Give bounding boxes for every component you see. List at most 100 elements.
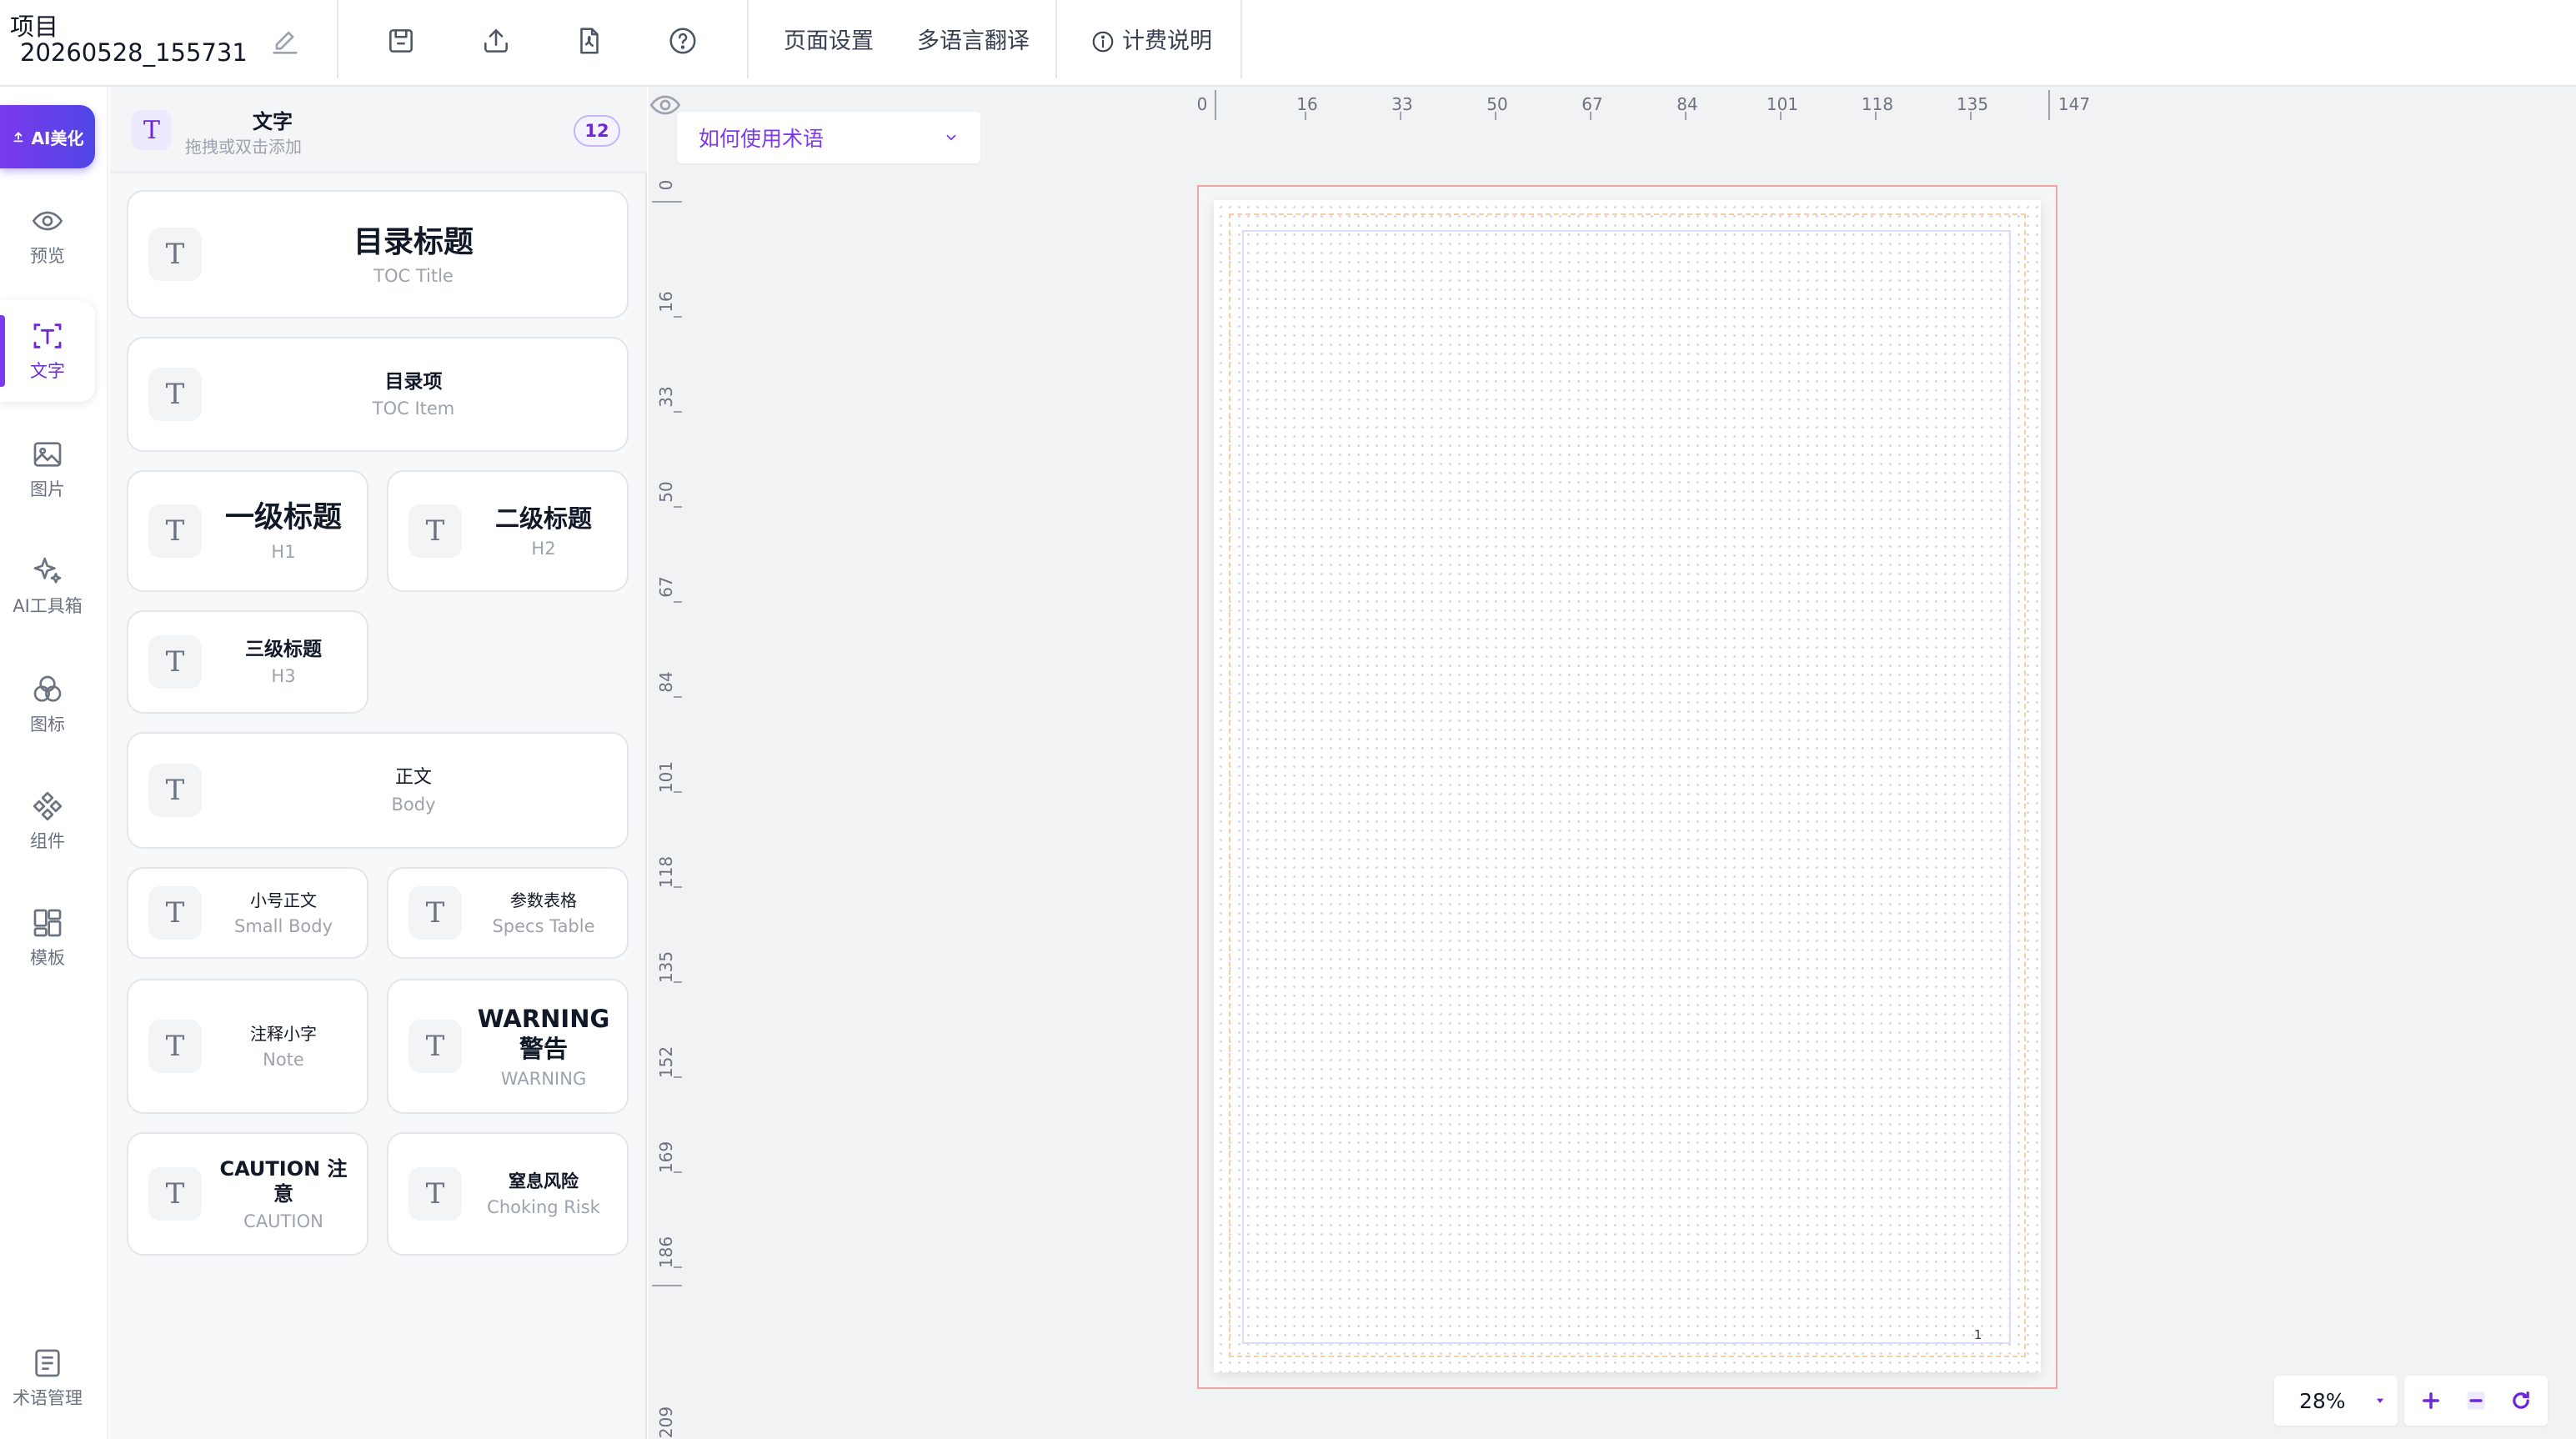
text-style-card-toc-title[interactable]: T 目录标题 TOC Title (127, 190, 629, 318)
text-style-card-h2[interactable]: T 二级标题 H2 (387, 470, 629, 592)
toolbar-divider (747, 0, 749, 78)
zoom-level-select[interactable]: 28% (2274, 1376, 2398, 1426)
shapes-icon (33, 675, 62, 702)
ruler-tick-label: 101 (1767, 94, 1798, 114)
card-subtitle: WARNING (500, 1069, 587, 1090)
export-pdf-button[interactable] (572, 23, 607, 58)
text-type-icon: T (148, 764, 202, 817)
rail-item-icons[interactable]: 图标 (0, 654, 95, 755)
refresh-icon (2513, 1391, 2529, 1409)
rail-item-terms[interactable]: 术语管理 (0, 1331, 95, 1426)
help-button[interactable] (665, 23, 700, 58)
document-list-icon (35, 1349, 60, 1377)
card-title: WARNING 警告 (477, 1004, 610, 1063)
text-type-icon: T (148, 886, 202, 940)
ruler-tick-label: 50 (1486, 94, 1507, 114)
rail-item-templates[interactable]: 模板 (0, 887, 95, 989)
toolbar-divider (337, 0, 338, 78)
ruler-tick-label: 67 (656, 576, 676, 597)
rail-label: 文字 (30, 361, 65, 381)
rail-item-ai-toolbox[interactable]: AI工具箱 (0, 535, 95, 637)
text-style-card-h1[interactable]: T 一级标题 H1 (127, 470, 368, 592)
page-content-guide (1242, 230, 2011, 1344)
image-icon (33, 442, 62, 467)
export-button[interactable] (479, 23, 514, 58)
ai-beautify-button[interactable]: AI美化 (0, 105, 95, 168)
panel-subtitle: 拖拽或双击添加 (185, 137, 302, 157)
text-style-card-caution[interactable]: T CAUTION 注意 CAUTION (127, 1132, 368, 1256)
chevron-down-icon (946, 134, 956, 141)
rail-label: 预览 (30, 246, 65, 266)
upload-arrow-icon (13, 132, 23, 143)
ruler-tick-label: 135 (656, 951, 676, 983)
ruler-tick-label: 101 (656, 761, 676, 793)
card-title: 注释小字 (250, 1023, 317, 1044)
term-usage-select[interactable]: 如何使用术语 (677, 112, 980, 163)
translate-button[interactable]: 多语言翻译 (917, 25, 1030, 58)
toolbar-divider (1055, 0, 1057, 78)
panel-header: T 文字 拖拽或双击添加 12 (110, 87, 647, 173)
sparkles-icon (33, 557, 62, 584)
rail-label: AI工具箱 (13, 596, 83, 616)
rail-label: 模板 (30, 948, 65, 968)
ruler-tick-label: 16 (656, 291, 676, 312)
rail-label: 组件 (30, 831, 65, 851)
text-style-card-h3[interactable]: T 三级标题 H3 (127, 610, 368, 714)
card-title: 三级标题 (245, 638, 322, 660)
edit-name-button[interactable] (268, 25, 302, 58)
card-title: 参数表格 (510, 890, 577, 910)
minus-icon (2467, 1391, 2485, 1410)
plus-icon (2423, 1392, 2439, 1409)
card-title: 目录项 (384, 370, 443, 393)
text-style-card-specs-table[interactable]: T 参数表格 Specs Table (387, 867, 629, 959)
zoom-in-button[interactable] (2414, 1384, 2448, 1417)
reset-zoom-button[interactable] (2504, 1384, 2538, 1417)
card-title: 二级标题 (494, 504, 592, 533)
page-settings-button[interactable]: 页面设置 (784, 25, 874, 58)
rail-item-image[interactable]: 图片 (0, 419, 95, 520)
ruler-tick-label: 50 (656, 481, 676, 502)
term-usage-label: 如何使用术语 (699, 127, 824, 151)
card-subtitle: TOC Item (372, 399, 455, 419)
text-style-card-note[interactable]: T 注释小字 Note (127, 979, 368, 1114)
text-type-icon: T (148, 368, 202, 421)
ruler-tick-label: 186 (656, 1236, 676, 1268)
text-type-icon: T (408, 504, 462, 558)
save-button[interactable] (383, 23, 418, 58)
text-type-icon: T (148, 635, 202, 689)
text-type-icon: T (408, 1020, 462, 1073)
text-type-icon: T (148, 504, 202, 558)
text-style-card-choking-risk[interactable]: T 窒息风险 Choking Risk (387, 1132, 629, 1256)
horizontal-ruler: 0 16 33 50 67 84 101 118 135 147 (1197, 90, 2090, 120)
caret-down-icon (2376, 1398, 2384, 1403)
text-type-icon: T (148, 228, 202, 281)
zoom-out-button[interactable] (2459, 1384, 2493, 1417)
card-subtitle: H1 (271, 541, 296, 562)
card-subtitle: TOC Title (373, 265, 454, 286)
ruler-tick-label: 33 (1391, 94, 1412, 114)
rail-item-preview[interactable]: 预览 (0, 185, 95, 287)
ruler-tick-label: 84 (656, 671, 676, 692)
info-icon (1092, 31, 1114, 53)
project-name[interactable]: 20260528_155731 (20, 38, 248, 67)
left-rail (0, 87, 108, 1439)
text-style-card-toc-item[interactable]: T 目录项 TOC Item (127, 337, 629, 452)
rail-label: 图标 (30, 714, 65, 735)
card-title: CAUTION 注意 (219, 1157, 348, 1206)
ruler-tick-label: 152 (656, 1046, 676, 1078)
text-type-icon: T (408, 1167, 462, 1221)
panel-title: 文字 (253, 110, 293, 133)
card-subtitle: H2 (531, 539, 556, 559)
ruler-tick-label: 0 (656, 180, 676, 191)
text-style-card-warning[interactable]: T WARNING 警告 WARNING (387, 979, 629, 1114)
card-subtitle: CAUTION (243, 1211, 323, 1231)
text-style-card-body[interactable]: T 正文 Body (127, 732, 629, 849)
rail-item-text[interactable]: 文字 (0, 300, 95, 402)
card-title: 目录标题 (353, 224, 474, 259)
rail-item-components[interactable]: 组件 (0, 770, 95, 872)
ruler-tick-label: 67 (1581, 94, 1602, 114)
card-title: 小号正文 (250, 890, 317, 910)
upload-icon (484, 29, 508, 53)
text-style-card-small-body[interactable]: T 小号正文 Small Body (127, 867, 368, 959)
billing-info-button[interactable]: 计费说明 (1090, 25, 1212, 58)
